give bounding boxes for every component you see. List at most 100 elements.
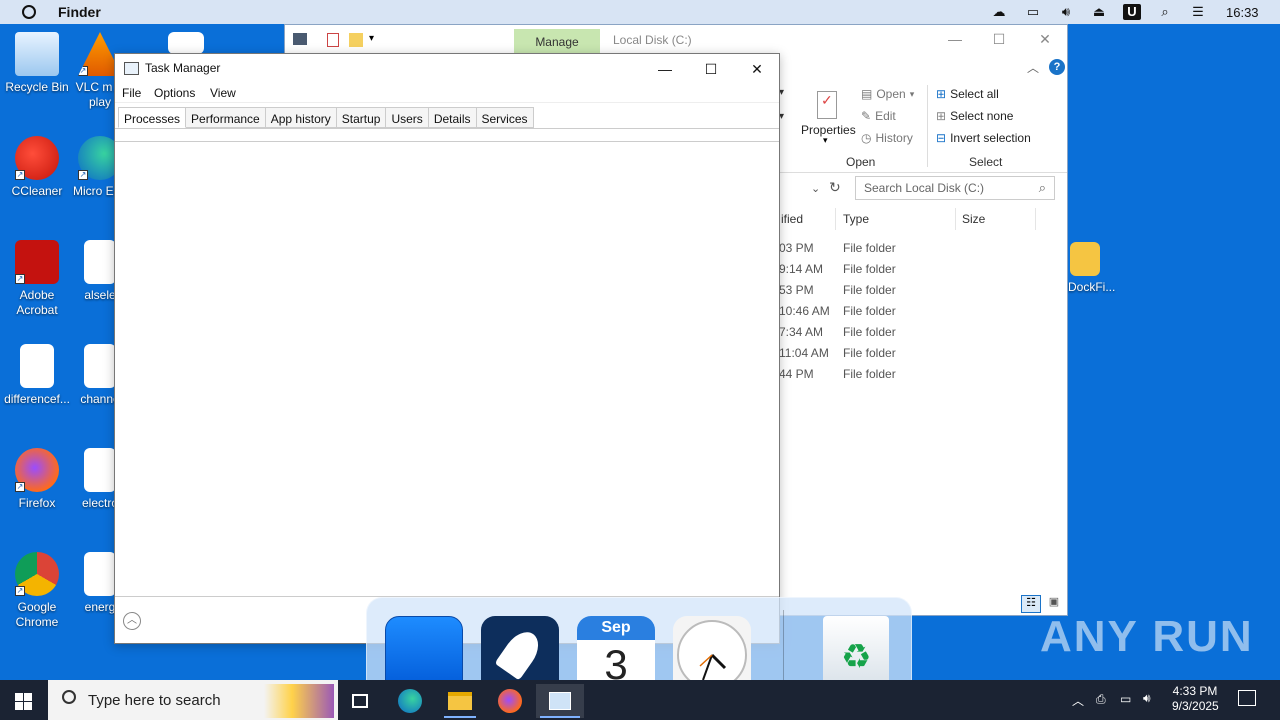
row-modified[interactable]: 7:34 AM: [779, 325, 823, 339]
close-icon[interactable]: ✕: [1035, 31, 1055, 49]
row-type[interactable]: File folder: [843, 241, 896, 255]
show-hidden-icons[interactable]: ︿: [1072, 692, 1084, 720]
maximize-icon[interactable]: ☐: [689, 56, 733, 82]
taskbar-file-explorer-icon[interactable]: [440, 684, 480, 718]
process-list-area[interactable]: [115, 142, 779, 596]
tab-users[interactable]: Users: [386, 107, 429, 128]
address-dropdown-icon[interactable]: ⌄: [811, 182, 820, 195]
taskbar-search[interactable]: Type here to search: [48, 680, 338, 720]
eject-icon[interactable]: ⏏: [1090, 4, 1108, 20]
column-header-size[interactable]: Size: [962, 212, 985, 226]
column-divider[interactable]: [835, 208, 836, 230]
history-button[interactable]: ◷ History: [861, 131, 913, 145]
properties-icon: ✓: [817, 91, 837, 119]
minimize-icon[interactable]: —: [945, 31, 965, 49]
desktop-icon-label: Adobe Acrobat: [16, 288, 58, 317]
properties-button[interactable]: Properties: [801, 123, 856, 137]
menu-view[interactable]: View: [210, 86, 236, 100]
start-button[interactable]: [0, 680, 48, 720]
select-none-button[interactable]: ⊞ Select none: [936, 109, 1013, 123]
tab-app-history[interactable]: App history: [265, 107, 337, 128]
row-modified[interactable]: 44 PM: [779, 367, 814, 381]
user-badge-icon[interactable]: U: [1123, 4, 1141, 20]
select-all-button[interactable]: ⊞ Select all: [936, 87, 999, 101]
tab-services[interactable]: Services: [476, 107, 534, 128]
collapse-ribbon-icon[interactable]: ︿: [1027, 59, 1039, 76]
desktop-icon-dock-folder[interactable]: yDockFi...: [1062, 242, 1132, 295]
taskbar-clock[interactable]: 4:33 PM 9/3/2025: [1172, 684, 1219, 714]
properties-dropdown-icon[interactable]: ▾: [823, 135, 828, 146]
customize-toolbar-icon[interactable]: ▾: [369, 33, 374, 44]
row-type[interactable]: File folder: [843, 325, 896, 339]
column-divider[interactable]: [955, 208, 956, 230]
open-button[interactable]: ▤ Open ▾: [861, 87, 914, 101]
invert-selection-button[interactable]: ⊟ Invert selection: [936, 131, 1031, 145]
search-icon: ⌕: [1038, 180, 1046, 195]
menu-options[interactable]: Options: [154, 86, 195, 100]
column-header-type[interactable]: Type: [843, 212, 869, 226]
row-type[interactable]: File folder: [843, 367, 896, 381]
notifications-icon[interactable]: [1238, 690, 1256, 706]
row-modified[interactable]: 11:04 AM: [779, 346, 829, 360]
quick-access-icon[interactable]: [293, 33, 307, 45]
desktop-icon-chrome[interactable]: ↗ Google Chrome: [0, 552, 74, 630]
fewer-details-icon[interactable]: ︿: [123, 612, 141, 630]
taskbar-edge-icon[interactable]: [390, 684, 430, 718]
volume-icon[interactable]: 🔊︎: [1143, 691, 1151, 720]
search-input[interactable]: Search Local Disk (C:) ⌕: [855, 176, 1055, 200]
row-modified[interactable]: 9:14 AM: [779, 262, 823, 276]
row-modified[interactable]: 03 PM: [779, 241, 814, 255]
refresh-icon[interactable]: ↻: [829, 179, 841, 196]
column-divider[interactable]: [1035, 208, 1036, 230]
row-modified[interactable]: 53 PM: [779, 283, 814, 297]
active-app-name[interactable]: Finder: [58, 4, 101, 20]
help-icon[interactable]: ?: [1049, 59, 1065, 75]
tab-processes[interactable]: Processes: [118, 107, 187, 128]
display-icon[interactable]: ▭: [1024, 4, 1042, 20]
network-icon[interactable]: ▭: [1120, 692, 1131, 720]
tab-details[interactable]: Details: [428, 107, 477, 128]
row-type[interactable]: File folder: [843, 346, 896, 360]
row-type[interactable]: File folder: [843, 283, 896, 297]
details-view-icon[interactable]: ☷: [1021, 595, 1041, 613]
large-icons-view-icon[interactable]: ▣: [1045, 595, 1063, 613]
manage-tab[interactable]: Manage: [514, 29, 600, 55]
device-icon[interactable]: ⎙: [1096, 692, 1106, 720]
task-manager-title: Task Manager: [145, 61, 221, 75]
cloud-drive-icon[interactable]: ☁: [990, 4, 1008, 20]
edit-button[interactable]: ✎ Edit: [861, 109, 896, 123]
tab-performance[interactable]: Performance: [186, 107, 266, 128]
tab-startup[interactable]: Startup: [336, 107, 387, 128]
properties-quick-icon[interactable]: [327, 33, 339, 47]
desktop-icon-firefox[interactable]: ↗ Firefox: [0, 448, 74, 511]
menu-divider: [115, 102, 779, 103]
new-folder-quick-icon[interactable]: [349, 33, 363, 47]
desktop-icon-acrobat[interactable]: ↗ Adobe Acrobat: [0, 240, 74, 318]
desktop-icon-recycle-bin[interactable]: Recycle Bin: [0, 32, 74, 95]
close-icon[interactable]: ✕: [735, 56, 779, 82]
desktop-icon-ccleaner[interactable]: ↗ CCleaner: [0, 136, 74, 199]
task-view-icon[interactable]: [340, 684, 380, 718]
volume-icon[interactable]: 🔊︎: [1057, 4, 1075, 20]
row-type[interactable]: File folder: [843, 304, 896, 318]
explorer-titlebar[interactable]: ▾ Manage Local Disk (C:) — ☐ ✕: [285, 25, 1067, 55]
desktop-icon-difference[interactable]: differencef...: [0, 344, 74, 407]
taskbar-task-manager-icon[interactable]: [536, 684, 584, 718]
row-modified[interactable]: 10:46 AM: [779, 304, 830, 318]
task-manager-app-icon: [124, 62, 139, 75]
system-menu-icon[interactable]: [22, 5, 36, 19]
select-none-label: Select none: [950, 109, 1014, 123]
maximize-icon[interactable]: ☐: [989, 31, 1009, 49]
minimize-icon[interactable]: —: [643, 56, 687, 82]
select-none-icon: ⊞: [936, 109, 947, 123]
edit-icon: ✎: [861, 109, 872, 123]
menu-file[interactable]: File: [122, 86, 141, 100]
recycle-bin-icon: [15, 32, 59, 76]
search-icon[interactable]: ⌕: [1156, 4, 1174, 20]
row-type[interactable]: File folder: [843, 262, 896, 276]
column-header-modified[interactable]: ified: [781, 212, 803, 226]
taskbar-firefox-icon[interactable]: [490, 684, 530, 718]
task-manager-window[interactable]: Task Manager — ☐ ✕ File Options View Pro…: [114, 53, 780, 644]
control-center-icon[interactable]: ☰: [1189, 4, 1207, 20]
image-file-icon: [84, 552, 116, 596]
